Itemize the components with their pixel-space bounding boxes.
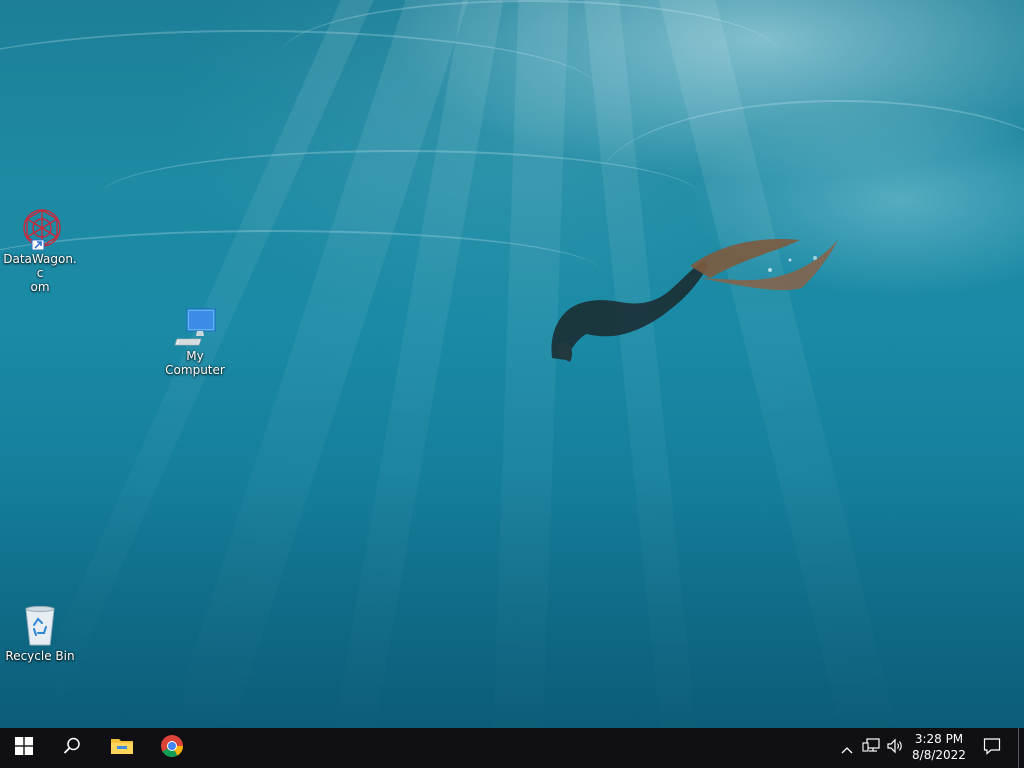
desktop-icon-recycle-bin[interactable]: Recycle Bin — [0, 603, 80, 663]
desktop-icon-label: DataWagon.c om — [3, 252, 77, 294]
volume-icon — [886, 738, 904, 758]
search-icon — [63, 737, 81, 759]
desktop-wallpaper[interactable]: DataWagon.c om My Computer Recycle Bin — [0, 0, 1024, 728]
search-button[interactable] — [48, 728, 96, 768]
chevron-up-icon — [841, 739, 853, 758]
action-center-button[interactable] — [976, 728, 1008, 768]
start-button[interactable] — [0, 728, 48, 768]
file-explorer-icon — [110, 736, 134, 760]
clock-date: 8/8/2022 — [912, 748, 966, 762]
freediver-silhouette — [551, 239, 838, 362]
show-desktop-button[interactable] — [1018, 728, 1024, 768]
desktop-icon-datawagon[interactable]: DataWagon.c om — [0, 206, 80, 294]
datawagon-shortcut-icon — [18, 206, 62, 251]
desktop-icon-label: Recycle Bin — [5, 649, 75, 663]
desktop-icon-label: My Computer — [165, 349, 225, 377]
taskbar-chrome[interactable] — [148, 728, 196, 768]
network-icon — [862, 738, 880, 758]
clock-time: 3:28 PM — [914, 732, 964, 746]
taskbar: 3:28 PM 8/8/2022 — [0, 728, 1024, 768]
volume-button[interactable] — [884, 728, 906, 768]
notification-icon — [983, 737, 1001, 759]
windows-logo-icon — [15, 737, 33, 759]
computer-monitor-icon — [173, 303, 217, 347]
chrome-icon — [160, 734, 184, 762]
taskbar-clock[interactable]: 3:28 PM 8/8/2022 — [906, 731, 972, 763]
recycle-bin-icon — [18, 603, 62, 647]
taskbar-file-explorer[interactable] — [98, 728, 146, 768]
desktop-icon-my-computer[interactable]: My Computer — [155, 303, 235, 377]
network-status-button[interactable] — [860, 728, 882, 768]
show-hidden-icons-button[interactable] — [838, 728, 856, 768]
